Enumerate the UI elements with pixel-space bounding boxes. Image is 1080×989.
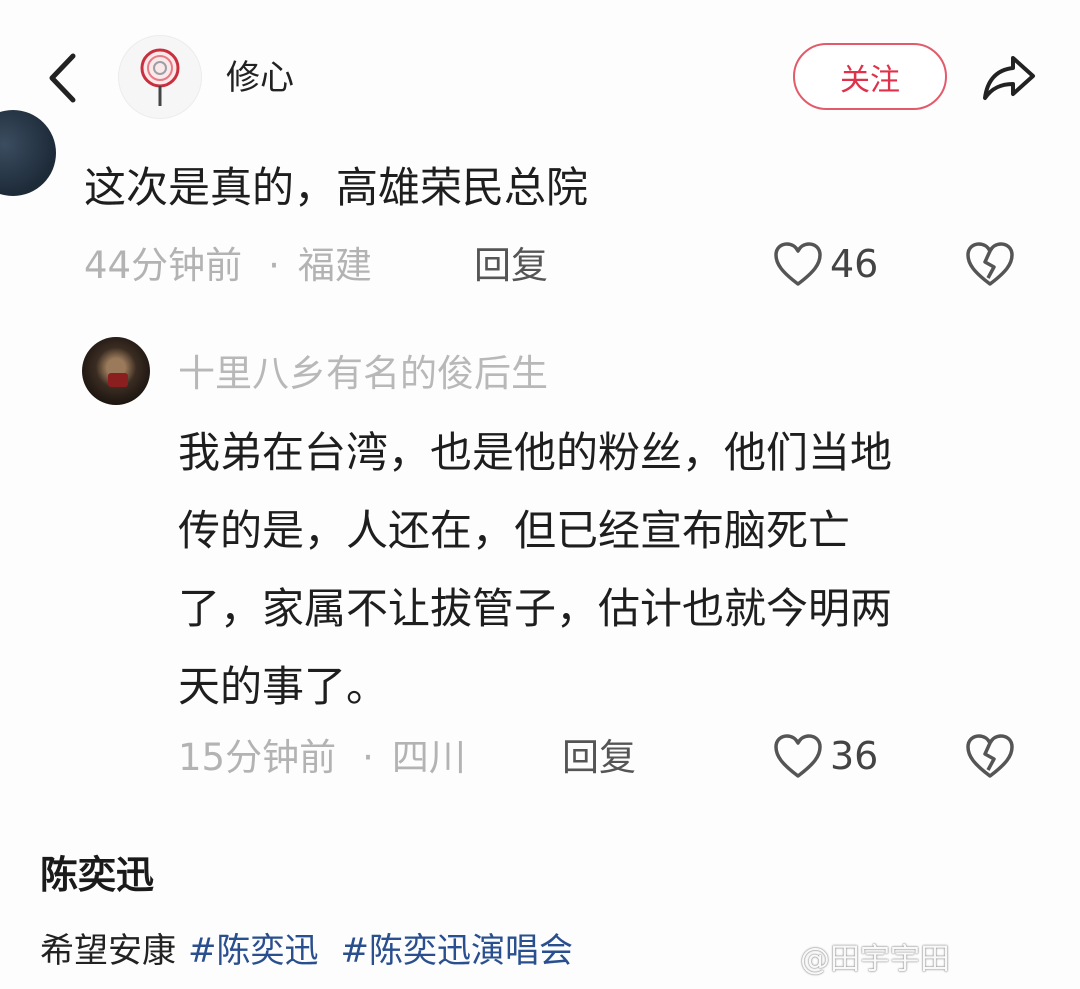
post-description: 希望安康 #陈奕迅 #陈奕迅演唱会 [40, 928, 573, 974]
reply-author-avatar[interactable] [82, 337, 150, 405]
share-button[interactable] [978, 48, 1040, 106]
reply-location: 四川 [391, 736, 466, 779]
reply-like-count: 36 [830, 734, 879, 778]
comment-time: 44分钟前 [84, 244, 243, 287]
share-arrow-icon [983, 56, 1035, 100]
heart-icon [774, 242, 822, 286]
author-name[interactable]: 修心 [226, 56, 294, 100]
comment-location: 福建 [297, 244, 372, 287]
lollipop-icon [140, 48, 180, 106]
post-title: 陈奕迅 [40, 853, 155, 897]
reply-text-line: 我弟在台湾，也是他的粉丝，他们当地 [178, 428, 893, 477]
reply-text-line: 天的事了。 [178, 662, 389, 711]
comment-dislike-button[interactable] [962, 238, 1018, 290]
post-desc-text: 希望安康 [40, 931, 176, 971]
meta-separator: · [362, 736, 374, 779]
reply-dislike-button[interactable] [962, 730, 1018, 782]
comment-meta: 44分钟前 · 福建 [84, 242, 372, 290]
hashtag-link[interactable]: #陈奕迅 [188, 931, 319, 971]
reply-text-line: 传的是，人还在，但已经宣布脑死亡 [178, 506, 851, 555]
author-avatar[interactable] [118, 35, 202, 119]
comment-reply-button[interactable]: 回复 [474, 242, 548, 290]
reply-author-name[interactable]: 十里八乡有名的俊后生 [178, 350, 548, 398]
meta-separator: · [268, 244, 280, 287]
comment-detail-page: 修心 关注 这次是真的，高雄荣民总院 44分钟前 · 福建 回复 46 十里八乡… [0, 0, 1080, 989]
follow-button[interactable]: 关注 [793, 43, 947, 110]
comment-like-button[interactable]: 46 [772, 240, 878, 288]
reply-text-line: 了，家属不让拔管子，估计也就今明两 [178, 584, 893, 633]
hashtag-link[interactable]: #陈奕迅演唱会 [341, 931, 574, 971]
reply-text: 我弟在台湾，也是他的粉丝，他们当地 传的是，人还在，但已经宣布脑死亡 了，家属不… [178, 414, 1038, 726]
comment-like-count: 46 [830, 242, 879, 286]
heart-icon [774, 734, 822, 778]
broken-heart-icon [966, 242, 1014, 286]
reply-meta: 15分钟前 · 四川 [178, 734, 466, 782]
comment-text: 这次是真的，高雄荣民总院 [84, 163, 589, 212]
reply-like-button[interactable]: 36 [772, 732, 878, 780]
broken-heart-icon [966, 734, 1014, 778]
back-arrow-icon [49, 53, 76, 103]
reply-time: 15分钟前 [178, 736, 337, 779]
reply-reply-button[interactable]: 回复 [562, 734, 636, 782]
top-bar: 修心 关注 [0, 0, 1080, 150]
watermark: @田宇宇田 [800, 942, 950, 977]
back-button[interactable] [40, 48, 84, 108]
